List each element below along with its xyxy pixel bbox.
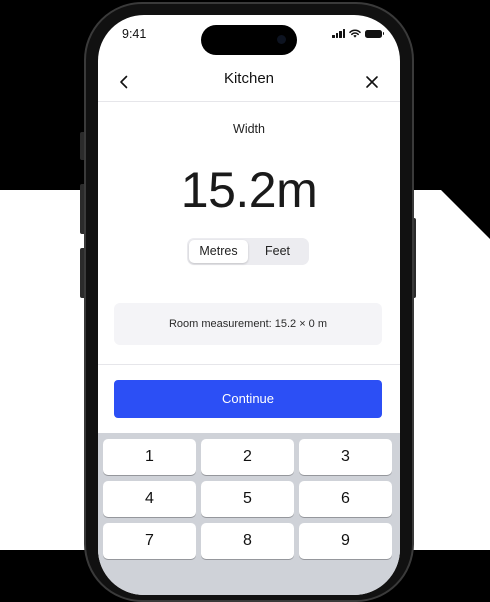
numeric-keypad: 1 2 3 4 5 6 7 8 9	[98, 433, 400, 595]
unit-option-feet[interactable]: Feet	[248, 240, 307, 263]
dynamic-island	[201, 25, 297, 55]
close-icon[interactable]	[362, 72, 382, 92]
measurement-value: 15.2m	[180, 162, 318, 218]
key-8[interactable]: 8	[201, 523, 294, 559]
key-6[interactable]: 6	[299, 481, 392, 517]
phone-screen: 9:41 Kitchen Width 15.2m Metres Feet Roo…	[98, 15, 400, 595]
cellular-signal-icon	[332, 29, 345, 38]
key-4[interactable]: 4	[103, 481, 196, 517]
unit-option-metres[interactable]: Metres	[189, 240, 248, 263]
wifi-icon	[349, 29, 361, 38]
status-time: 9:41	[122, 27, 147, 41]
battery-icon	[365, 29, 384, 38]
nav-bar: Kitchen	[98, 63, 400, 102]
key-2[interactable]: 2	[201, 439, 294, 475]
key-7[interactable]: 7	[103, 523, 196, 559]
status-icons	[332, 29, 384, 38]
key-1[interactable]: 1	[103, 439, 196, 475]
continue-button[interactable]: Continue	[114, 380, 382, 418]
key-9[interactable]: 9	[299, 523, 392, 559]
page-title: Kitchen	[223, 70, 275, 87]
camera-lens	[277, 35, 286, 44]
key-3[interactable]: 3	[299, 439, 392, 475]
room-measurement-summary: Room measurement: 15.2 × 0 m	[114, 303, 382, 345]
measurement-label: Width	[233, 122, 265, 136]
unit-toggle: Metres Feet	[187, 238, 309, 265]
divider	[98, 364, 400, 365]
key-5[interactable]: 5	[201, 481, 294, 517]
